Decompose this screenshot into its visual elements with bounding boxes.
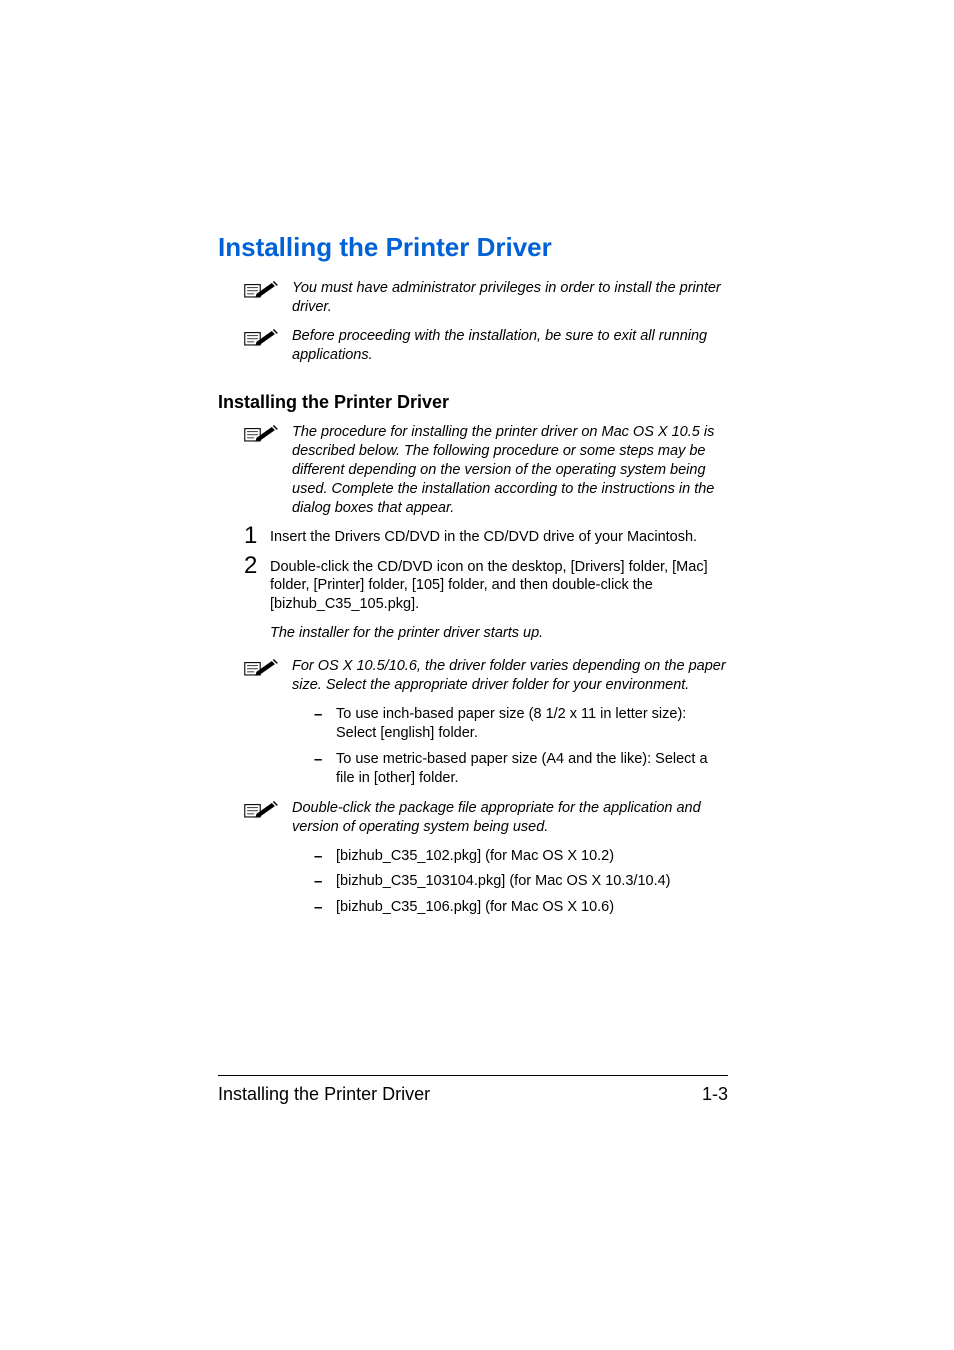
note-text: You must have administrator privileges i… [292,279,728,317]
step-result-text: The installer for the printer driver sta… [218,624,728,643]
step-number: 2 [244,554,270,578]
handwrite-note-icon [244,279,292,300]
footer-page-number: 1-3 [702,1084,728,1105]
content-area: Installing the Printer Driver You must h… [218,232,728,917]
note-package-file: Double-click the package file appropriat… [218,799,728,837]
page-footer: Installing the Printer Driver 1-3 [218,1075,728,1105]
step-number: 1 [244,524,270,548]
list-item: [bizhub_C35_106.pkg] (for Mac OS X 10.6) [314,898,728,918]
package-list: [bizhub_C35_102.pkg] (for Mac OS X 10.2)… [314,847,728,918]
note-driver-folder: For OS X 10.5/10.6, the driver folder va… [218,657,728,695]
step-1: 1 Insert the Drivers CD/DVD in the CD/DV… [218,528,728,548]
note-text: Double-click the package file appropriat… [292,799,728,837]
paper-size-list: To use inch-based paper size (8 1/2 x 11… [314,705,728,789]
step-2: 2 Double-click the CD/DVD icon on the de… [218,558,728,615]
handwrite-note-icon [244,799,292,820]
sub-heading: Installing the Printer Driver [218,392,728,413]
note-text: The procedure for installing the printer… [292,423,728,517]
list-item: [bizhub_C35_103104.pkg] (for Mac OS X 10… [314,872,728,892]
handwrite-note-icon [244,423,292,444]
handwrite-note-icon [244,327,292,348]
list-item: To use inch-based paper size (8 1/2 x 11… [314,705,728,744]
main-heading: Installing the Printer Driver [218,232,728,263]
note-procedure-description: The procedure for installing the printer… [218,423,728,517]
document-page: Installing the Printer Driver You must h… [0,0,954,1350]
note-text: Before proceeding with the installation,… [292,327,728,365]
note-text: For OS X 10.5/10.6, the driver folder va… [292,657,728,695]
handwrite-note-icon [244,657,292,678]
note-admin-privileges: You must have administrator privileges i… [218,279,728,317]
footer-section-title: Installing the Printer Driver [218,1084,430,1105]
note-exit-apps: Before proceeding with the installation,… [218,327,728,365]
list-item: To use metric-based paper size (A4 and t… [314,750,728,789]
step-text: Insert the Drivers CD/DVD in the CD/DVD … [270,528,728,547]
step-text: Double-click the CD/DVD icon on the desk… [270,558,728,615]
list-item: [bizhub_C35_102.pkg] (for Mac OS X 10.2) [314,847,728,867]
